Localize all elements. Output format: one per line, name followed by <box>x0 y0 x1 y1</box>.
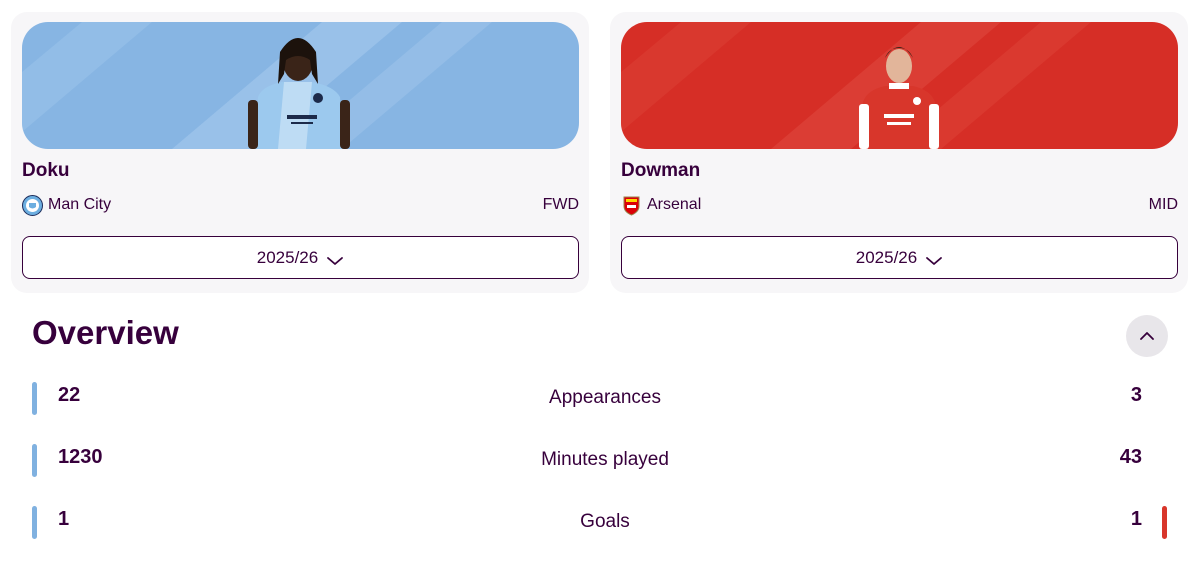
left-leader-indicator <box>32 506 37 539</box>
left-stat-value: 22 <box>58 384 81 406</box>
stat-row-goals: 1 Goals 1 <box>0 506 1200 542</box>
arsenal-crest-icon <box>621 195 642 216</box>
overview-heading: Overview <box>32 314 179 351</box>
player-name: Doku <box>22 160 70 181</box>
left-stat-value: 1230 <box>58 446 103 468</box>
stat-row-minutes-played: 1230 Minutes played 43 <box>0 444 1200 480</box>
season-dropdown[interactable]: 2025/26 <box>22 236 579 279</box>
man-city-crest-icon <box>22 194 43 216</box>
player-banner-left <box>22 22 579 149</box>
right-stat-value: 3 <box>1130 384 1142 406</box>
chevron-down-icon <box>326 253 344 265</box>
club-row: Arsenal MID <box>621 193 1178 217</box>
player-card-right: Dowman Arsenal MID 2025/26 <box>610 12 1188 293</box>
club-name: Arsenal <box>647 196 702 213</box>
right-stat-value: 43 <box>1119 446 1142 468</box>
club-name: Man City <box>48 196 112 213</box>
stat-label: Appearances <box>549 387 661 408</box>
right-leader-indicator <box>1162 506 1167 539</box>
left-stat-value: 1 <box>58 508 70 530</box>
chevron-up-icon <box>1140 332 1154 340</box>
player-photo <box>22 22 579 149</box>
player-photo <box>621 22 1178 149</box>
stat-label: Minutes played <box>541 449 669 470</box>
right-stat-value: 1 <box>1130 508 1142 530</box>
season-label: 2025/26 <box>855 247 918 267</box>
collapse-overview-button[interactable] <box>1126 315 1168 357</box>
player-card-left: Doku Man City FWD 2025/26 <box>11 12 589 293</box>
left-leader-indicator <box>32 382 37 415</box>
chevron-down-icon <box>925 253 943 265</box>
season-label: 2025/26 <box>256 247 319 267</box>
player-position: MID <box>1148 196 1178 213</box>
season-dropdown[interactable]: 2025/26 <box>621 236 1178 279</box>
stat-row-appearances: 22 Appearances 3 <box>0 382 1200 418</box>
left-leader-indicator <box>32 444 37 477</box>
player-banner-right <box>621 22 1178 149</box>
player-position: FWD <box>542 196 579 213</box>
club-row: Man City FWD <box>22 193 579 217</box>
stat-label: Goals <box>580 511 630 532</box>
player-name: Dowman <box>621 160 701 181</box>
